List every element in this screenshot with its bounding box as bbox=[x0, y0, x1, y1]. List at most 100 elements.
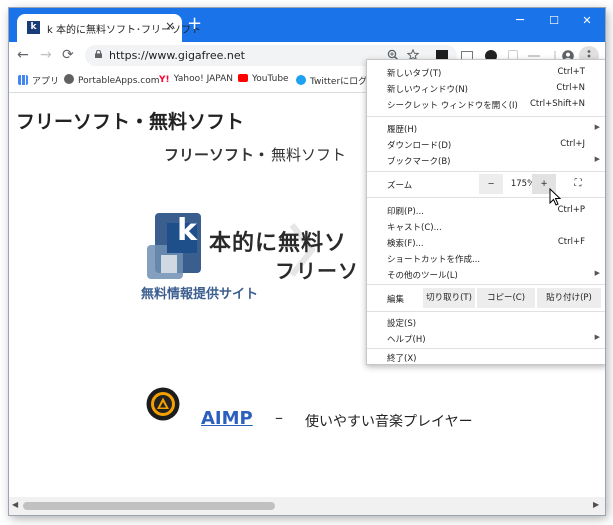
bookmark-label: Yahoo! JAPAN bbox=[173, 74, 233, 84]
minimize-button[interactable]: ─ bbox=[505, 11, 535, 31]
reload-button[interactable]: ⟳ bbox=[62, 46, 74, 64]
scroll-left-arrow-icon[interactable]: ◀ bbox=[12, 500, 18, 509]
menu-shortcut: Ctrl+P bbox=[557, 205, 585, 215]
site-logo[interactable]: k 本的に無料ソ フリーソ 無料情報提供サイト bbox=[127, 205, 382, 310]
extension-bar-icon[interactable] bbox=[528, 55, 540, 57]
tab-active[interactable]: k k 本的に無料ソフト･フリーソフト × bbox=[17, 14, 201, 42]
menu-label: ショートカットを作成... bbox=[387, 255, 481, 265]
menu-shortcut: Ctrl+T bbox=[557, 67, 585, 77]
menu-label: ズーム bbox=[387, 181, 413, 191]
logo-text-line2: フリーソ bbox=[275, 259, 359, 283]
menu-label: 編集 bbox=[387, 295, 405, 305]
scrollbar-thumb[interactable] bbox=[23, 502, 275, 510]
back-button[interactable]: ← bbox=[17, 46, 29, 64]
menu-label: その他のツール(L) bbox=[387, 271, 458, 281]
twitter-icon bbox=[296, 75, 306, 85]
menu-label: 新しいウィンドウ(N) bbox=[387, 85, 468, 95]
portableapps-icon bbox=[64, 74, 74, 84]
logo-text-line3: 無料情報提供サイト bbox=[141, 287, 259, 302]
bookmark-label: アプリ bbox=[32, 77, 60, 87]
close-window-button[interactable]: ✕ bbox=[572, 11, 602, 31]
title-bar: k k 本的に無料ソフト･フリーソフト × + ─ ☐ ✕ bbox=[9, 8, 605, 42]
menu-item-edit: 編集 切り取り(T) コピー(C) 貼り付け(P) bbox=[367, 288, 605, 308]
menu-label: 履歴(H) bbox=[387, 125, 418, 135]
youtube-icon bbox=[238, 74, 248, 82]
menu-shortcut: Ctrl+J bbox=[560, 139, 585, 149]
menu-label: キャスト(C)... bbox=[387, 223, 442, 233]
menu-item-cast[interactable]: キャスト(C)... bbox=[367, 218, 605, 234]
url-text: https://www.gigafree.net bbox=[109, 49, 245, 62]
menu-label: ヘルプ(H) bbox=[387, 335, 426, 345]
scroll-right-arrow-icon[interactable]: ▶ bbox=[593, 500, 599, 509]
aimp-app-icon[interactable] bbox=[146, 387, 180, 421]
bookmark-label: PortableApps.com bbox=[78, 76, 160, 86]
menu-label: ブックマーク(B) bbox=[387, 157, 451, 167]
page-title: フリーソフト・無料ソフト bbox=[16, 111, 245, 133]
menu-shortcut: Ctrl+N bbox=[556, 83, 585, 93]
submenu-arrow-icon: ▶ bbox=[594, 269, 600, 277]
menu-item-create-shortcut[interactable]: ショートカットを作成... bbox=[367, 250, 605, 266]
page-subtitle-bold: フリーソフト・ bbox=[164, 146, 270, 164]
menu-shortcut: Ctrl+Shift+N bbox=[529, 99, 585, 109]
menu-separator bbox=[367, 197, 605, 198]
logo-k: k bbox=[177, 213, 197, 248]
menu-item-bookmarks[interactable]: ブックマーク(B) ▶ bbox=[367, 152, 605, 168]
bookmark-yahoo[interactable]: Y! Yahoo! JAPAN bbox=[159, 74, 233, 85]
menu-item-history[interactable]: 履歴(H) ▶ bbox=[367, 120, 605, 136]
site-favicon: k bbox=[27, 21, 40, 34]
page-subtitle: 無料ソフト bbox=[271, 146, 347, 164]
aimp-link[interactable]: AIMP bbox=[201, 408, 253, 429]
bookmark-portableapps[interactable]: PortableApps.com bbox=[64, 74, 159, 86]
menu-label: 新しいタブ(T) bbox=[387, 69, 442, 79]
forward-button[interactable]: → bbox=[40, 46, 52, 64]
cut-button[interactable]: 切り取り(T) bbox=[423, 288, 475, 308]
logo-text-line1: 本的に無料ソ bbox=[209, 231, 348, 256]
menu-label: 終了(X) bbox=[387, 354, 417, 364]
lock-icon bbox=[95, 50, 102, 58]
zoom-out-button[interactable]: − bbox=[479, 174, 503, 194]
menu-item-downloads[interactable]: ダウンロード(D) Ctrl+J bbox=[367, 136, 605, 152]
fullscreen-icon[interactable]: ⛶ bbox=[564, 174, 592, 194]
menu-item-exit[interactable]: 終了(X) bbox=[367, 351, 605, 364]
menu-item-incognito[interactable]: シークレット ウィンドウを開く(I) Ctrl+Shift+N bbox=[367, 96, 605, 112]
browser-window: k k 本的に無料ソフト･フリーソフト × + ─ ☐ ✕ ← → ⟳ http… bbox=[9, 8, 605, 515]
bookmark-label: YouTube bbox=[252, 74, 289, 84]
submenu-arrow-icon: ▶ bbox=[594, 333, 600, 341]
new-tab-button[interactable]: + bbox=[187, 14, 202, 34]
menu-label: 設定(S) bbox=[387, 319, 417, 329]
tab-close-icon[interactable]: × bbox=[165, 19, 175, 33]
maximize-button[interactable]: ☐ bbox=[539, 11, 569, 31]
submenu-arrow-icon: ▶ bbox=[594, 155, 600, 163]
menu-item-zoom: ズーム − 175% + ⛶ bbox=[367, 174, 605, 194]
aimp-description: 使いやすい音楽プレイヤー bbox=[305, 414, 473, 430]
menu-separator bbox=[367, 311, 605, 312]
menu-item-new-window[interactable]: 新しいウィンドウ(N) Ctrl+N bbox=[367, 80, 605, 96]
menu-separator bbox=[367, 348, 605, 349]
horizontal-scrollbar[interactable]: ◀ ▶ bbox=[9, 497, 605, 515]
paste-button[interactable]: 貼り付け(P) bbox=[537, 288, 601, 308]
menu-label: ダウンロード(D) bbox=[387, 141, 452, 151]
menu-separator bbox=[367, 116, 605, 117]
aimp-dash: – bbox=[275, 408, 283, 427]
menu-label: 検索(F)... bbox=[387, 239, 424, 249]
menu-item-settings[interactable]: 設定(S) bbox=[367, 314, 605, 330]
menu-label: シークレット ウィンドウを開く(I) bbox=[387, 101, 518, 111]
bookmark-youtube[interactable]: YouTube bbox=[238, 74, 289, 84]
menu-item-print[interactable]: 印刷(P)... Ctrl+P bbox=[367, 202, 605, 218]
menu-item-find[interactable]: 検索(F)... Ctrl+F bbox=[367, 234, 605, 250]
bookmark-apps[interactable]: アプリ bbox=[18, 74, 59, 87]
menu-separator bbox=[367, 171, 605, 172]
menu-item-new-tab[interactable]: 新しいタブ(T) Ctrl+T bbox=[367, 64, 605, 80]
menu-item-help[interactable]: ヘルプ(H) ▶ bbox=[367, 330, 605, 346]
chrome-menu: 新しいタブ(T) Ctrl+T 新しいウィンドウ(N) Ctrl+N シークレッ… bbox=[366, 59, 605, 365]
mouse-cursor-icon bbox=[549, 188, 561, 206]
menu-label: 印刷(P)... bbox=[387, 207, 424, 217]
yahoo-icon: Y! bbox=[159, 75, 170, 85]
copy-button[interactable]: コピー(C) bbox=[477, 288, 535, 308]
menu-separator bbox=[367, 284, 605, 285]
menu-shortcut: Ctrl+F bbox=[557, 237, 585, 247]
apps-grid-icon bbox=[18, 75, 28, 85]
menu-item-more-tools[interactable]: その他のツール(L) ▶ bbox=[367, 266, 605, 282]
submenu-arrow-icon: ▶ bbox=[594, 123, 600, 131]
tab-title: k 本的に無料ソフト･フリーソフト bbox=[47, 25, 201, 36]
